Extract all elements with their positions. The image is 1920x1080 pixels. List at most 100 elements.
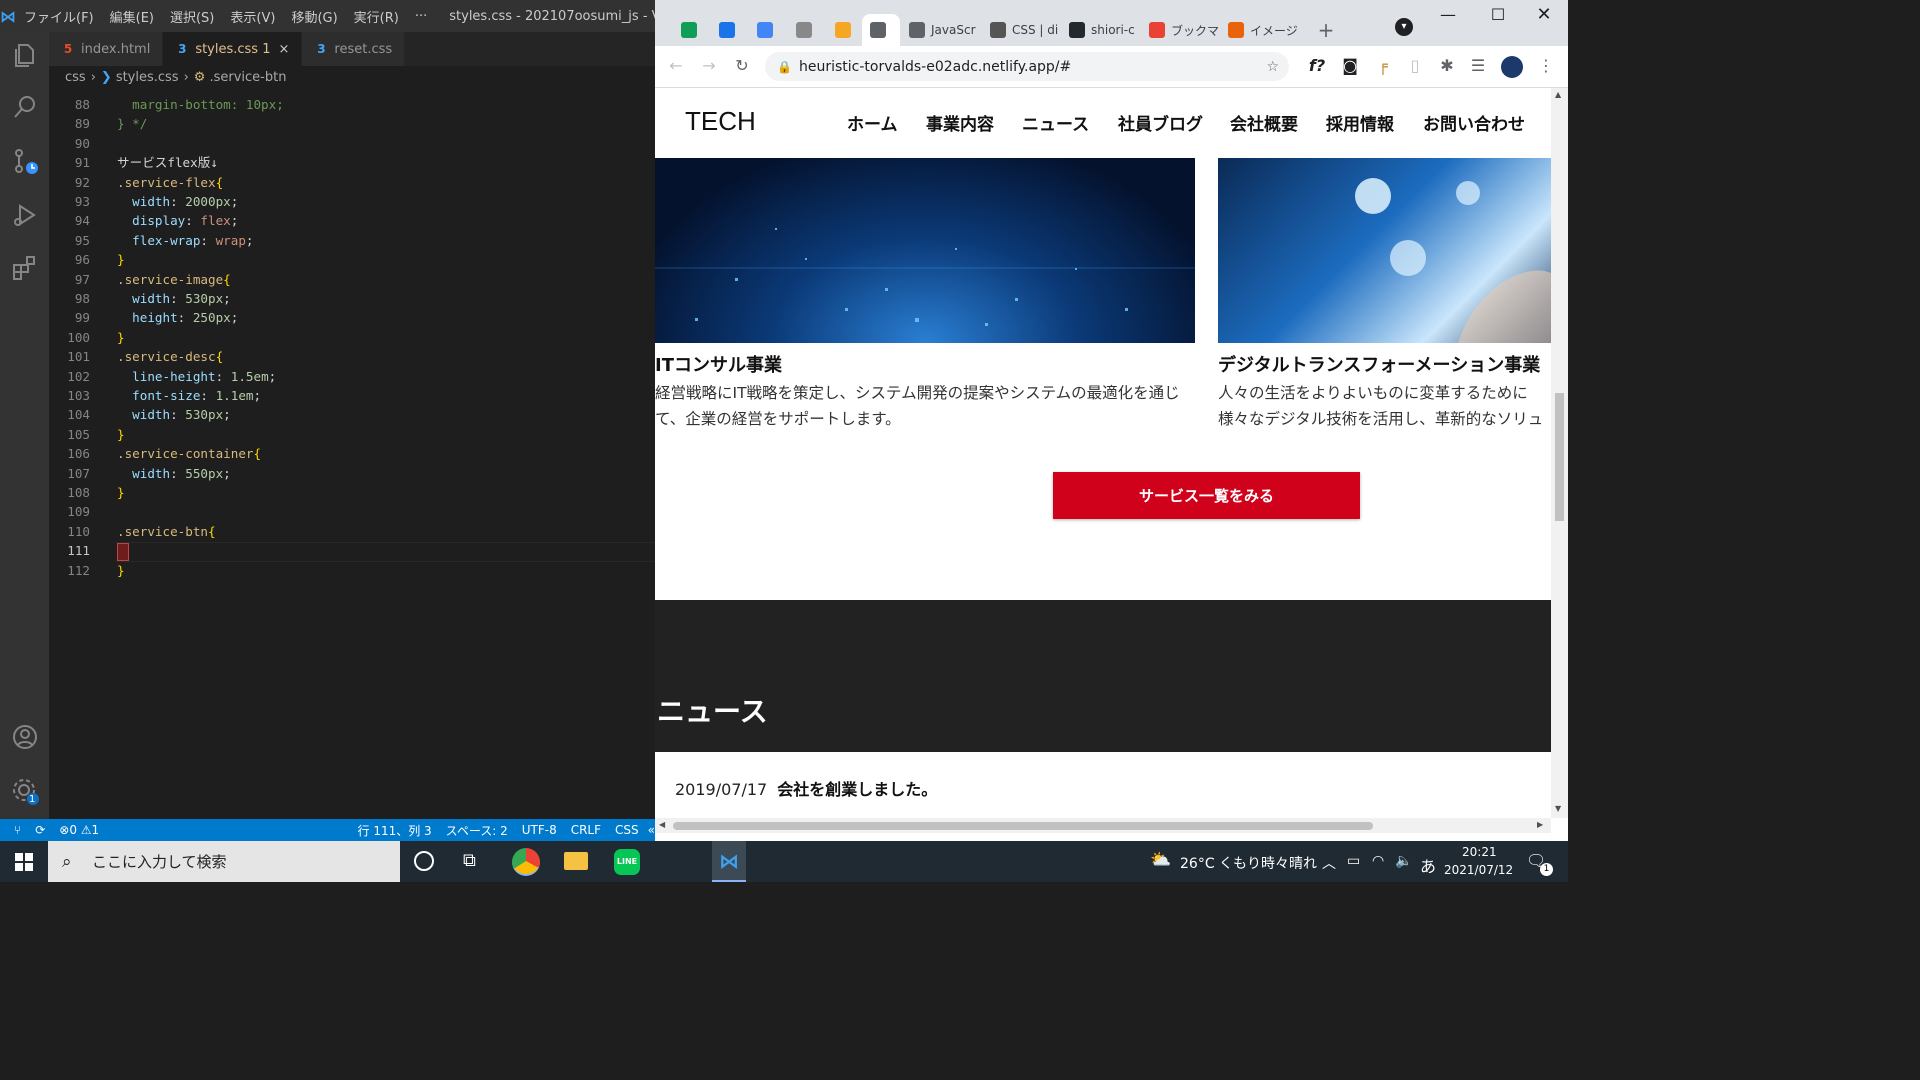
line-ending[interactable]: CRLF xyxy=(571,823,601,837)
service-list-button[interactable]: サービス一覧をみる xyxy=(1053,472,1360,519)
nav-news[interactable]: ニュース xyxy=(1022,110,1089,135)
language-mode[interactable]: CSS xyxy=(615,823,639,837)
scroll-right-icon[interactable]: ▶ xyxy=(1537,820,1543,829)
vscode-taskbar-icon[interactable]: ⋈ xyxy=(712,841,746,882)
editor-tab-3[interactable]: 3 reset.css xyxy=(302,32,406,66)
browser-tab-1[interactable] xyxy=(673,14,709,46)
task-view-icon[interactable]: ⧉ xyxy=(463,850,476,871)
clock-time[interactable]: 20:21 xyxy=(1462,845,1497,859)
sync-icon[interactable]: ⟳ xyxy=(35,823,45,837)
encoding[interactable]: UTF-8 xyxy=(522,823,557,837)
taskbar-search-box[interactable]: ⌕ ここに入力して検索 xyxy=(48,841,400,882)
kebab-menu-icon[interactable]: ⋮ xyxy=(1535,56,1557,75)
menu-edit[interactable]: 編集(E) xyxy=(102,7,162,26)
scroll-down-icon[interactable]: ▼ xyxy=(1555,804,1561,813)
weather-text[interactable]: 26°C くもり時々晴れ xyxy=(1180,853,1317,873)
code-token: 1.1em xyxy=(215,388,254,403)
breadcrumb-file[interactable]: styles.css xyxy=(116,70,179,85)
reading-list-icon[interactable]: ☰ xyxy=(1467,56,1489,75)
overflow-icon[interactable]: « xyxy=(648,823,655,837)
browser-tab-6[interactable] xyxy=(862,14,900,46)
q-extension-icon[interactable]: ◙ xyxy=(1339,56,1361,75)
weather-icon[interactable]: ⛅ xyxy=(1150,850,1171,870)
back-arrow-icon[interactable]: ← xyxy=(665,56,687,75)
address-bar[interactable]: 🔒 heuristic-torvalds-e02adc.netlify.app/… xyxy=(765,52,1289,81)
horizontal-scroll-thumb[interactable] xyxy=(673,822,1373,830)
vertical-scroll-thumb[interactable] xyxy=(1555,393,1564,521)
maximize-icon[interactable]: ☐ xyxy=(1487,5,1509,24)
editor-tab-2[interactable]: 3 styles.css 1 × xyxy=(163,32,303,66)
menu-file[interactable]: ファイル(F) xyxy=(16,7,102,26)
breadcrumb-symbol[interactable]: .service-btn xyxy=(209,70,286,85)
battery-icon[interactable]: ▭ xyxy=(1347,853,1360,869)
wifi-icon[interactable]: ◠ xyxy=(1372,853,1384,869)
browser-tab-9[interactable]: shiori-c xyxy=(1061,14,1141,46)
ruler-extension-icon[interactable]: ╒ xyxy=(1372,56,1394,75)
nav-company[interactable]: 会社概要 xyxy=(1230,110,1298,135)
file-explorer-icon[interactable] xyxy=(564,852,588,870)
run-debug-icon[interactable] xyxy=(10,200,40,230)
problems-indicator[interactable]: ⊗0 ⚠1 xyxy=(59,823,99,837)
tray-chevron-icon[interactable]: ︿ xyxy=(1322,853,1336,873)
browser-tab-7[interactable]: JavaScr xyxy=(901,14,981,46)
clock-date[interactable]: 2021/07/12 xyxy=(1444,863,1513,877)
code-line: 98 width: 530px; xyxy=(49,289,655,308)
nav-business[interactable]: 事業内容 xyxy=(926,110,994,135)
settings-gear-icon[interactable] xyxy=(10,776,40,806)
horizontal-scrollbar[interactable]: ◀ ▶ xyxy=(655,818,1551,833)
nav-contact[interactable]: お問い合わせ xyxy=(1423,110,1525,135)
line-app-icon[interactable]: LINE xyxy=(614,849,640,875)
ime-indicator[interactable]: あ xyxy=(1420,853,1436,877)
extensions-icon[interactable] xyxy=(10,253,40,283)
branch-icon[interactable]: ⑂ xyxy=(14,823,21,837)
profile-avatar[interactable] xyxy=(1501,56,1523,78)
menu-more[interactable]: ··· xyxy=(407,9,435,24)
browser-tab-3[interactable] xyxy=(749,14,785,46)
browser-tab-11[interactable]: イメージ xyxy=(1220,14,1300,46)
browser-tab-4[interactable] xyxy=(788,14,824,46)
menu-view[interactable]: 表示(V) xyxy=(222,7,283,26)
minimize-icon[interactable]: — xyxy=(1437,5,1459,24)
tab-search-icon[interactable]: ▾ xyxy=(1395,18,1413,36)
windows-start-icon[interactable] xyxy=(15,853,33,871)
close-tab-icon[interactable]: × xyxy=(279,42,290,57)
scroll-left-icon[interactable]: ◀ xyxy=(659,820,665,829)
close-icon[interactable]: ✕ xyxy=(1533,4,1555,25)
new-tab-plus-icon[interactable]: + xyxy=(1315,18,1337,42)
nav-recruit[interactable]: 採用情報 xyxy=(1326,110,1394,135)
browser-tab-5[interactable] xyxy=(827,14,863,46)
indent-setting[interactable]: スペース: 2 xyxy=(446,822,508,839)
reload-icon[interactable]: ↻ xyxy=(731,56,753,75)
bookmark-star-icon[interactable]: ☆ xyxy=(1266,59,1279,75)
formula-extension-icon[interactable]: f? xyxy=(1306,56,1328,75)
breadcrumb-folder[interactable]: css xyxy=(65,70,86,85)
sheets-icon xyxy=(681,22,697,38)
cortana-icon[interactable] xyxy=(414,851,434,871)
cursor-position[interactable]: 行 111、列 3 xyxy=(358,822,432,839)
site-logo[interactable]: TECH xyxy=(685,106,756,137)
editor-tab-1[interactable]: 5 index.html xyxy=(49,32,164,66)
scroll-up-icon[interactable]: ▲ xyxy=(1555,90,1561,99)
volume-icon[interactable]: 🔈 xyxy=(1395,853,1412,869)
explorer-icon[interactable] xyxy=(10,40,40,70)
chrome-taskbar-icon[interactable] xyxy=(512,848,540,876)
bookmark-extension-icon[interactable]: ▯ xyxy=(1404,56,1426,75)
menu-selection[interactable]: 選択(S) xyxy=(162,7,222,26)
browser-tab-8[interactable]: CSS | di xyxy=(982,14,1060,46)
search-icon[interactable] xyxy=(10,92,40,122)
nav-home[interactable]: ホーム xyxy=(847,110,898,135)
nav-blog[interactable]: 社員ブログ xyxy=(1118,110,1203,135)
code-editor[interactable]: 88 margin-bottom: 10px; 89} */ 90 91 サービスfle… xyxy=(49,88,655,819)
vertical-scrollbar[interactable]: ▲ ▼ xyxy=(1551,88,1568,818)
source-control-icon[interactable] xyxy=(10,146,40,176)
forward-arrow-icon[interactable]: → xyxy=(698,56,720,75)
extensions-puzzle-icon[interactable]: ✱ xyxy=(1436,56,1458,75)
news-item[interactable]: 2019/07/17 会社を創業しました。 xyxy=(675,776,937,800)
menu-run[interactable]: 実行(R) xyxy=(346,7,407,26)
accounts-icon[interactable] xyxy=(10,722,40,752)
menu-go[interactable]: 移動(G) xyxy=(283,7,345,26)
line-number: 89 xyxy=(74,116,90,132)
browser-tab-2[interactable] xyxy=(711,14,747,46)
browser-tab-10[interactable]: ブックマ xyxy=(1141,14,1219,46)
code-token: ; xyxy=(245,232,254,248)
